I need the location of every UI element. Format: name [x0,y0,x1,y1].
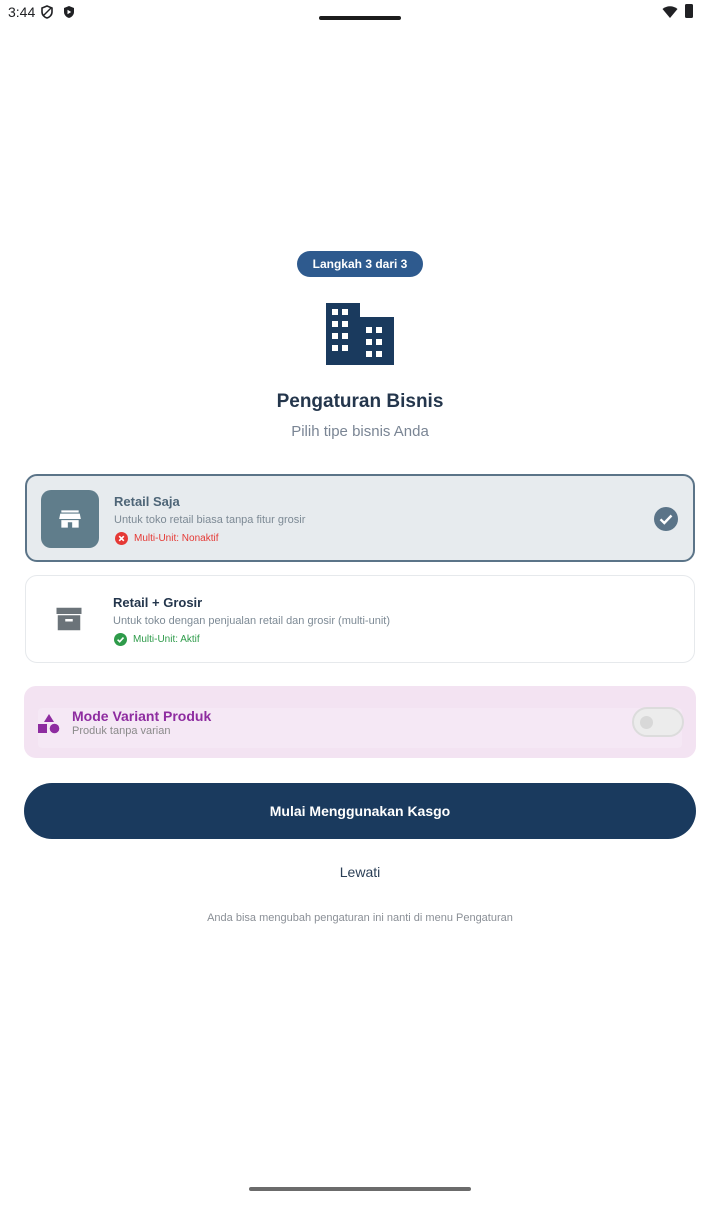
card-description: Untuk toko dengan penjualan retail dan g… [113,615,390,627]
multi-unit-status: Multi-Unit: Aktif [114,633,200,646]
variant-mode-panel: Mode Variant Produk Produk tanpa varian [24,686,696,758]
shield-outline-icon [41,5,53,19]
skip-button[interactable]: Lewati [0,864,720,880]
variant-mode-toggle[interactable] [632,707,684,737]
option-retail-card[interactable]: Retail Saja Untuk toko retail biasa tanp… [25,474,695,562]
card-title: Retail + Grosir [113,595,203,610]
settings-footnote: Anda bisa mengubah pengaturan ini nanti … [207,912,513,924]
status-time: 3:44 [8,4,36,20]
multi-unit-status-text: Multi-Unit: Nonaktif [134,533,219,544]
shapes-icon [38,714,60,734]
building-icon [326,303,394,365]
multi-unit-status-text: Multi-Unit: Aktif [133,634,200,645]
page-title: Pengaturan Bisnis [276,391,444,412]
shield-play-icon [64,6,74,18]
camera-notch-pill [319,16,401,20]
toggle-knob [640,716,653,729]
status-bar: 3:44 [0,0,720,26]
variant-mode-subtitle: Produk tanpa varian [72,725,171,737]
start-button[interactable]: Mulai Menggunakan Kasgo [24,783,696,839]
option-retail-grosir-card[interactable]: Retail + Grosir Untuk toko dengan penjua… [25,575,695,663]
multi-unit-status: Multi-Unit: Nonaktif [115,532,218,545]
check-circle-small-icon [114,633,127,646]
archive-box-icon [56,607,82,631]
step-badge: Langkah 3 dari 3 [297,251,423,277]
card-title: Retail Saja [114,494,180,509]
page-subtitle: Pilih tipe bisnis Anda [291,423,429,440]
home-indicator[interactable] [249,1187,471,1191]
card-description: Untuk toko retail biasa tanpa fitur gros… [114,514,306,526]
battery-icon [685,4,693,18]
error-circle-icon [115,532,128,545]
variant-mode-title: Mode Variant Produk [72,708,212,724]
check-circle-icon [654,507,678,531]
store-icon-box [41,490,99,548]
wifi-icon [662,6,678,18]
store-icon [59,510,81,528]
